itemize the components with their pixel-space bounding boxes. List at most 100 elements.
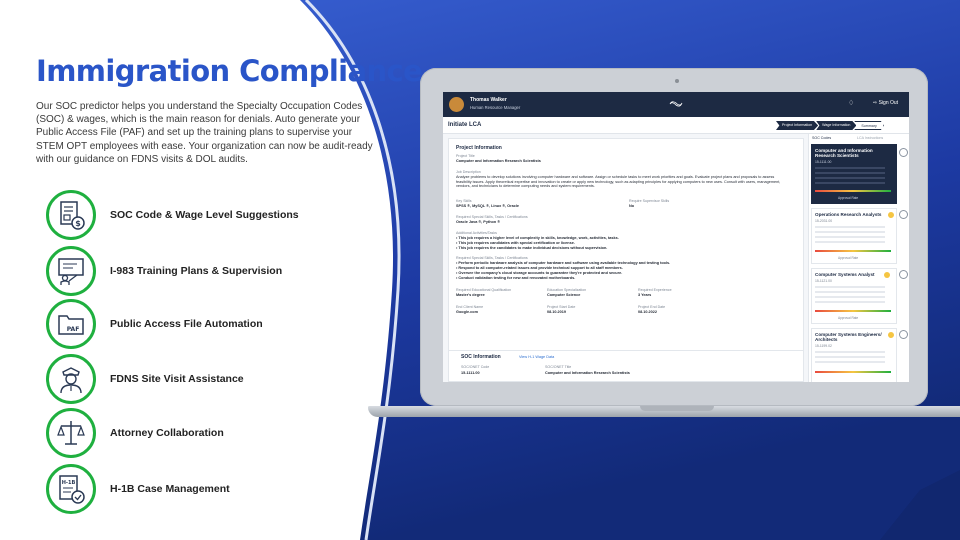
feature-public-access-file[interactable]: PAF Public Access File Automation [36, 299, 396, 349]
field-label: End Client Name [456, 305, 484, 309]
soc-card-detail [815, 231, 885, 233]
user-role: Human Resource Manager [470, 105, 521, 110]
feature-h1b-case-management[interactable]: H-1B H-1B Case Management [36, 464, 396, 514]
page-title: Initiate LCA [448, 122, 482, 128]
soc-card-code: 15-1111.00 [815, 160, 832, 164]
field-label: Required Special Skills, Tasks / Certifi… [456, 215, 528, 219]
compare-icon[interactable] [899, 148, 908, 157]
feature-label: SOC Code & Wage Level Suggestions [110, 209, 299, 221]
field-label: Key Skills [456, 199, 472, 203]
compare-icon[interactable] [899, 330, 908, 339]
list-item-text: Conduct validation testing for new and r… [458, 276, 576, 280]
experience-value: 3 Years [638, 293, 652, 297]
soc-card-detail [815, 241, 885, 243]
approval-rate-label: Approval Rate [838, 256, 859, 260]
field-label: Required Educational Qualification [456, 288, 512, 292]
soc-card-detail [815, 236, 885, 238]
soc-card-code: 15-1121.00 [815, 279, 832, 283]
app-topbar: Thomas Walker Human Resource Manager ♢ ⇨… [443, 92, 909, 117]
feature-label: FDNS Site Visit Assistance [110, 373, 244, 385]
avatar[interactable] [449, 97, 464, 112]
approval-rate-label: Approval Rate [838, 196, 859, 200]
soc-card-detail [815, 356, 885, 358]
list-item: • Perform periodic hardware analysis of … [456, 261, 671, 265]
step-summary[interactable]: Summary [854, 121, 884, 130]
bell-icon[interactable]: ♢ [848, 99, 854, 107]
list-item-text: Oversee the company's cloud storage acco… [458, 271, 623, 275]
list-item: • Respond to all computer-related issues… [456, 266, 623, 270]
special-skills-value: Oracle Java ®, Python ® [456, 220, 501, 224]
field-label: SOC/ONET Code [461, 365, 490, 369]
field-label: Project Start Date [547, 305, 576, 309]
field-label: Project End Date [638, 305, 666, 309]
soc-card-detail [815, 361, 885, 363]
paf-folder-icon: PAF [46, 299, 96, 349]
soc-card-detail [815, 301, 885, 303]
field-label: Required Special Skills, Tasks / Certifi… [456, 256, 528, 260]
step-wage-information[interactable]: Wage Information [816, 121, 857, 130]
project-information-card: Project Information Project Title Comput… [448, 138, 804, 364]
list-item-text: This job requires a higher level of comp… [458, 236, 619, 240]
list-item-text: This job requires the candidates to make… [458, 246, 608, 250]
feature-attorney-collaboration[interactable]: Attorney Collaboration [36, 408, 396, 458]
soc-card-detail [815, 286, 885, 288]
field-label: SOC/ONET Title [545, 365, 572, 369]
list-item: • This job requires candidates with spec… [456, 241, 575, 245]
soc-card-detail [815, 351, 885, 353]
start-date-value: 08.10.2019 [547, 310, 567, 314]
list-item: • Conduct validation testing for new and… [456, 276, 576, 280]
step-project-information[interactable]: Project Information [776, 121, 819, 130]
list-item-text: Respond to all computer-related issues a… [458, 266, 623, 270]
sign-out-button[interactable]: ⇨ Sign Out [873, 100, 898, 106]
svg-text:H-1B: H-1B [62, 480, 76, 486]
soc-card[interactable]: Operations Research Analysts 15-2031.00 … [811, 208, 897, 264]
compare-icon[interactable] [899, 270, 908, 279]
sign-out-label: Sign Out [878, 100, 899, 106]
soc-card-code: 15-1199.02 [815, 344, 832, 348]
svg-text:PAF: PAF [67, 326, 80, 333]
list-item-text: Perform periodic hardware analysis of co… [458, 261, 671, 265]
soc-code-value: 15-1111.00 [461, 371, 480, 375]
training-presentation-icon [46, 246, 96, 296]
section-title: Project Information [456, 145, 502, 151]
tab-lca-instructions[interactable]: LCA Instructions [857, 136, 883, 140]
scales-of-justice-icon [46, 408, 96, 458]
soc-document-dollar-icon: $ [46, 190, 96, 240]
feature-fdns-site-visit[interactable]: FDNS Site Visit Assistance [36, 354, 396, 404]
soc-title-value: Computer and Information Research Scient… [545, 371, 630, 375]
feature-label: Public Access File Automation [110, 318, 263, 330]
job-description-value: Analyze problems to develop solutions in… [456, 175, 781, 189]
user-name: Thomas Walker [470, 97, 507, 103]
soc-card-selected[interactable]: Computer and Information Research Scient… [811, 144, 897, 204]
supervisor-value: No [629, 204, 635, 208]
list-item-text: This job requires candidates with specia… [458, 241, 575, 245]
app-screen: Thomas Walker Human Resource Manager ♢ ⇨… [443, 92, 909, 382]
field-label: Additional Activities/Tasks [456, 231, 497, 235]
key-skills-value: SPSS ®, MySQL ®, Linux ®, Oracle [456, 204, 519, 208]
field-label: Project Title [456, 154, 475, 158]
education-value: Master's degree [456, 293, 485, 297]
svg-text:$: $ [75, 219, 81, 228]
soc-card-title: Operations Research Analysts [815, 212, 882, 217]
soc-card-detail [815, 177, 885, 179]
soc-card[interactable]: Computer Systems Analyst 15-1121.00 Appr… [811, 268, 897, 324]
end-date-value: 08.10.2022 [638, 310, 658, 314]
wage-data-link[interactable]: View H-1 Wage Data [519, 355, 554, 359]
field-label: Job Description [456, 170, 481, 174]
feature-soc-code[interactable]: $ SOC Code & Wage Level Suggestions [36, 190, 396, 240]
soc-card[interactable]: Computer Systems Engineers/ Architects 1… [811, 328, 897, 382]
section-title: SOC Information [461, 354, 501, 360]
soc-card-detail [815, 296, 885, 298]
soc-card-detail [815, 172, 885, 174]
soc-card-detail [815, 226, 885, 228]
feature-label: H-1B Case Management [110, 483, 230, 495]
feature-label: Attorney Collaboration [110, 427, 224, 439]
soc-card-detail [815, 291, 885, 293]
tab-soc-codes[interactable]: SOC Codes [812, 136, 831, 140]
compare-icon[interactable] [899, 210, 908, 219]
approval-rate-bar [815, 310, 891, 312]
brand-logo-icon [669, 101, 683, 107]
project-title-value: Computer and Information Research Scient… [456, 159, 541, 163]
feature-training-plans[interactable]: I-983 Training Plans & Supervision [36, 246, 396, 296]
page-headline: Immigration Compliance [36, 54, 423, 88]
